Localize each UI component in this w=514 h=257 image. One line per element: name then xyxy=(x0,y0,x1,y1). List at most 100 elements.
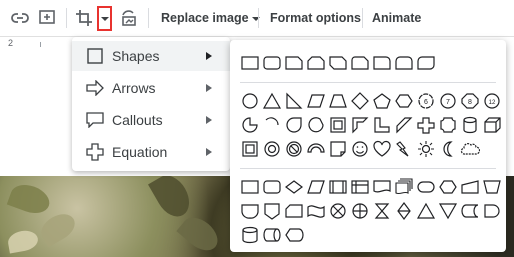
menu-item-callouts[interactable]: Callouts xyxy=(72,105,230,135)
crop-menu: Shapes Arrows Callouts Equation xyxy=(72,37,230,171)
snip-corner-rectangle-shape-icon[interactable] xyxy=(284,54,304,72)
folded-corner-shape-icon[interactable] xyxy=(328,140,348,158)
toolbar-divider xyxy=(148,8,149,28)
smiley-face-shape-icon[interactable] xyxy=(350,140,370,158)
corner-shape-icon[interactable] xyxy=(372,116,392,134)
flowchart-collate-shape-icon[interactable] xyxy=(372,202,392,220)
submenu-arrow-icon xyxy=(206,84,212,92)
flowchart-alternate-process-shape-icon[interactable] xyxy=(262,178,282,196)
flowchart-document-shape-icon[interactable] xyxy=(372,178,392,196)
cross-shape-icon[interactable] xyxy=(416,116,436,134)
flowchart-extract-shape-icon[interactable] xyxy=(416,202,436,220)
half-frame-shape-icon[interactable] xyxy=(350,116,370,134)
flowchart-decision-shape-icon[interactable] xyxy=(284,178,304,196)
flowchart-or-shape-icon[interactable] xyxy=(350,202,370,220)
menu-item-label: Arrows xyxy=(112,80,156,96)
add-comment-icon[interactable] xyxy=(37,8,57,28)
flowchart-data-shape-icon[interactable] xyxy=(306,178,326,196)
crop-dropdown-button[interactable] xyxy=(97,6,112,31)
right-triangle-shape-icon[interactable] xyxy=(284,92,304,110)
format-options-button[interactable]: Format options xyxy=(270,11,361,25)
flowchart-direct-access-storage-shape-icon[interactable] xyxy=(262,226,282,244)
oval-shape-icon[interactable] xyxy=(240,92,260,110)
flowchart-delay-shape-icon[interactable] xyxy=(482,202,502,220)
heptagon-7-shape-icon[interactable]: 7 xyxy=(438,92,458,110)
photo-detail xyxy=(176,211,224,257)
submenu-divider xyxy=(240,82,496,83)
can-shape-icon[interactable] xyxy=(460,116,480,134)
snip-same-side-rectangle-shape-icon[interactable] xyxy=(306,54,326,72)
lightning-bolt-shape-icon[interactable] xyxy=(394,140,414,158)
pentagon-shape-icon[interactable] xyxy=(372,92,392,110)
donut-shape-icon[interactable] xyxy=(262,140,282,158)
crop-icon[interactable] xyxy=(74,8,94,28)
dodecagon-shape-icon[interactable]: 12 xyxy=(482,92,502,110)
flowchart-preparation-shape-icon[interactable] xyxy=(438,178,458,196)
menu-item-shapes[interactable]: Shapes xyxy=(72,41,230,71)
flowchart-offpage-connector-shape-icon[interactable] xyxy=(262,202,282,220)
submenu-arrow-icon xyxy=(206,148,212,156)
submenu-divider xyxy=(240,168,496,169)
reset-image-icon[interactable] xyxy=(119,8,139,28)
menu-item-label: Equation xyxy=(112,144,168,160)
snip-diagonal-rectangle-shape-icon[interactable] xyxy=(328,54,348,72)
toolbar-divider xyxy=(66,8,67,28)
diagonal-stripe-shape-icon[interactable] xyxy=(394,116,414,134)
rounded-rectangle-shape-icon[interactable] xyxy=(262,54,282,72)
plaque-shape-icon[interactable] xyxy=(438,116,458,134)
hexagon-shape-icon[interactable] xyxy=(394,92,414,110)
teardrop-shape-icon[interactable] xyxy=(284,116,304,134)
flowchart-sort-shape-icon[interactable] xyxy=(394,202,414,220)
bevel-shape-icon[interactable] xyxy=(240,140,260,158)
svg-text:7: 7 xyxy=(446,99,450,106)
diamond-shape-icon[interactable] xyxy=(350,92,370,110)
replace-image-button[interactable]: Replace image xyxy=(161,11,260,25)
flowchart-manual-input-shape-icon[interactable] xyxy=(460,178,480,196)
flowchart-terminator-shape-icon[interactable] xyxy=(416,178,436,196)
trapezoid-shape-icon[interactable] xyxy=(328,92,348,110)
flowchart-summing-junction-shape-icon[interactable] xyxy=(328,202,348,220)
no-symbol-shape-icon[interactable] xyxy=(284,140,304,158)
pie-shape-icon[interactable] xyxy=(240,116,260,134)
flowchart-stored-data-shape-icon[interactable] xyxy=(460,202,480,220)
arrow-right-icon xyxy=(86,79,104,97)
animate-button[interactable]: Animate xyxy=(372,11,421,25)
round-same-side-rectangle-shape-icon[interactable] xyxy=(394,54,414,72)
menu-item-arrows[interactable]: Arrows xyxy=(72,73,230,103)
callout-icon xyxy=(86,111,104,129)
heart-shape-icon[interactable] xyxy=(372,140,392,158)
flowchart-process-shape-icon[interactable] xyxy=(240,178,260,196)
flowchart-connector-shape-icon[interactable] xyxy=(240,202,260,220)
flowchart-magnetic-disk-shape-icon[interactable] xyxy=(240,226,260,244)
flowchart-punched-tape-shape-icon[interactable] xyxy=(306,202,326,220)
svg-text:8: 8 xyxy=(468,99,472,106)
rectangle-shape-icon[interactable] xyxy=(240,54,260,72)
photo-detail xyxy=(6,179,54,219)
triangle-shape-icon[interactable] xyxy=(262,92,282,110)
parallelogram-shape-icon[interactable] xyxy=(306,92,326,110)
round-one-corner-rectangle-shape-icon[interactable] xyxy=(372,54,392,72)
cube-shape-icon[interactable] xyxy=(482,116,502,134)
octagon-shape-icon[interactable]: 8 xyxy=(460,92,480,110)
sun-shape-icon[interactable] xyxy=(416,140,436,158)
chord-shape-icon[interactable] xyxy=(306,116,326,134)
square-icon xyxy=(86,47,104,65)
snip-round-rectangle-shape-icon[interactable] xyxy=(350,54,370,72)
frame-shape-icon[interactable] xyxy=(328,116,348,134)
moon-shape-icon[interactable] xyxy=(438,140,458,158)
flowchart-display-shape-icon[interactable] xyxy=(284,226,304,244)
block-arc-shape-icon[interactable] xyxy=(306,140,326,158)
menu-item-equation[interactable]: Equation xyxy=(72,137,230,167)
link-icon[interactable] xyxy=(10,8,30,28)
heptagon-shape-icon[interactable]: 6 xyxy=(416,92,436,110)
arc-shape-icon[interactable] xyxy=(262,116,282,134)
round-diagonal-rectangle-shape-icon[interactable] xyxy=(416,54,436,72)
flowchart-multidocument-shape-icon[interactable] xyxy=(394,178,414,196)
flowchart-card-shape-icon[interactable] xyxy=(284,202,304,220)
cloud-shape-icon[interactable] xyxy=(460,140,480,158)
toolbar-divider xyxy=(362,8,363,28)
flowchart-internal-storage-shape-icon[interactable] xyxy=(350,178,370,196)
flowchart-predefined-process-shape-icon[interactable] xyxy=(328,178,348,196)
flowchart-merge-shape-icon[interactable] xyxy=(438,202,458,220)
flowchart-manual-operation-shape-icon[interactable] xyxy=(482,178,502,196)
